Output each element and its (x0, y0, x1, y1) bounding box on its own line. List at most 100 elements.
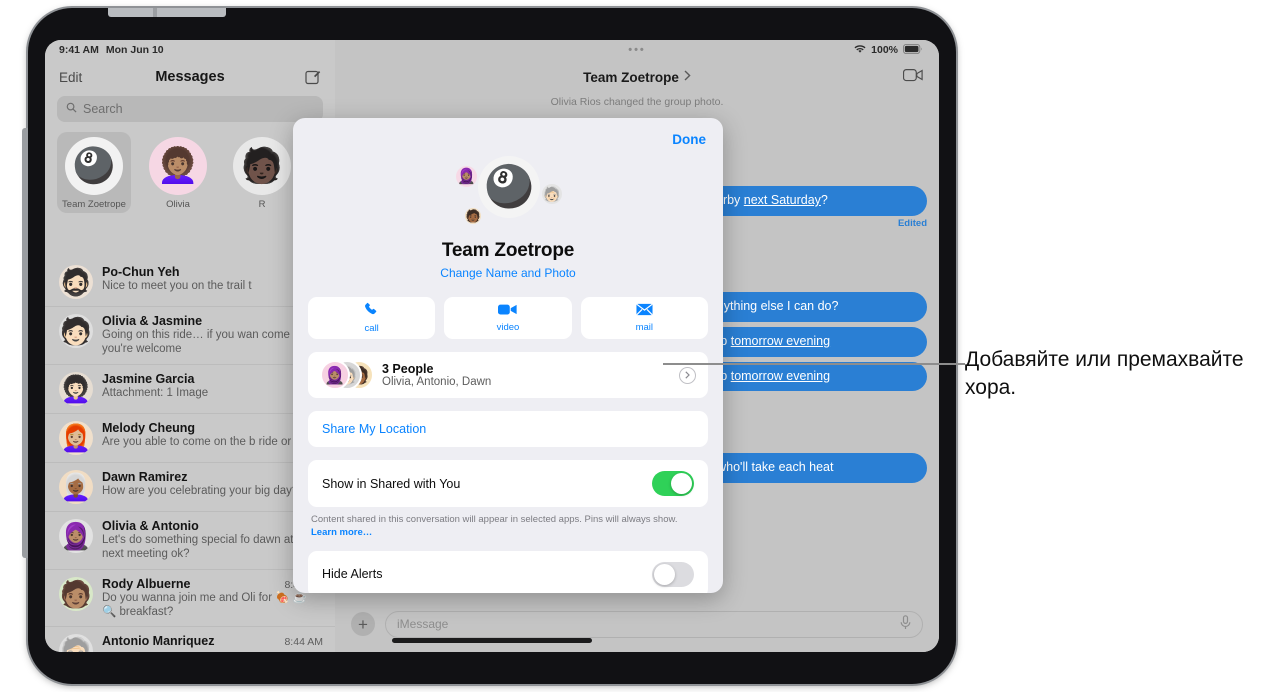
conversation-name: Rody Albuerne (102, 576, 191, 591)
group-photo[interactable]: 🎱 (478, 156, 540, 218)
video-button[interactable]: video (444, 297, 572, 339)
avatar: 🧔🏻 (59, 265, 93, 299)
volume-button-divider (153, 8, 157, 17)
volume-buttons[interactable] (108, 8, 226, 17)
avatar-emoji: 👩🏽‍🦱 (156, 147, 200, 185)
message-link[interactable]: tomorrow evening (731, 369, 830, 383)
share-my-location-button[interactable]: Share My Location (308, 411, 708, 447)
people-card[interactable]: 🧕🏽 🧓🏻 🧑🏾 3 People Olivia, Antonio, Dawn (308, 352, 708, 398)
avatar-emoji: 🧑🏽 (59, 578, 93, 609)
compose-icon[interactable] (305, 69, 321, 85)
conversation-name: Olivia & Jasmine (102, 314, 203, 328)
callout-leader-line (663, 363, 965, 365)
avatar: 👩🏾‍🦳 (59, 469, 93, 504)
people-row[interactable]: 🧕🏽 🧓🏻 🧑🏾 3 People Olivia, Antonio, Dawn (308, 352, 708, 398)
device-left-edge (22, 128, 28, 558)
people-avatars: 🧕🏽 🧓🏻 🧑🏾 (320, 360, 374, 390)
pinned-item-label: R (258, 199, 266, 210)
hide-alerts-card: Hide Alerts (308, 550, 708, 593)
pinned-item-r[interactable]: 🧑🏿 R (225, 132, 299, 213)
conversation-preview: How are you celebrating your big day? (102, 484, 299, 497)
list-item[interactable]: 🧓🏻 Antonio Manriquez 8:44 AM (45, 627, 335, 652)
avatar-emoji: 🧕🏽 (457, 168, 476, 185)
pinned-conversations: 🎱 Team Zoetrope 👩🏽‍🦱 Olivia 🧑🏿 (45, 122, 335, 221)
avatar-emoji: 🧑🏻 (59, 316, 93, 346)
call-button[interactable]: call (308, 297, 436, 339)
show-in-shared-label: Show in Shared with You (322, 476, 461, 491)
list-item[interactable]: 🧑🏻 Olivia & Jasmine Going on this ride… … (45, 307, 335, 365)
conversation-preview: Nice to meet you on the trail t (102, 280, 252, 292)
message-link[interactable]: tomorrow evening (731, 334, 830, 348)
change-name-and-photo-button[interactable]: Change Name and Photo (293, 266, 723, 280)
conversation-preview: Going on this ride… if you wan come too … (102, 329, 310, 356)
avatar-emoji: 🧑🏾 (465, 209, 481, 223)
system-note: Olivia Rios changed the group photo. (550, 96, 724, 108)
avatar-emoji: 🧕🏽 (59, 520, 93, 551)
conversation-name: Po-Chun Yeh (102, 265, 180, 279)
people-names: Olivia, Antonio, Dawn (382, 376, 492, 388)
avatar: 👩🏼‍🦰 (59, 420, 93, 455)
page-title: Messages (155, 69, 225, 85)
conversation-list[interactable]: 🧔🏻 Po-Chun Yeh Nice to meet you on the t… (45, 258, 335, 652)
group-photo-emoji: 🎱 (72, 147, 116, 185)
list-item[interactable]: 🧕🏽 Olivia & Antonio Let's do something s… (45, 512, 335, 570)
imessage-placeholder: iMessage (397, 617, 449, 631)
sidebar-nav-row: Edit Messages (45, 60, 335, 94)
messages-sidebar: 9:41 AM Mon Jun 10 Edit Messages Search … (45, 40, 335, 652)
mail-button[interactable]: mail (580, 297, 708, 339)
conversation-preview: Attachment: 1 Image (102, 386, 209, 399)
list-item[interactable]: 👩🏾‍🦳 Dawn Ramirez How are you celebratin… (45, 463, 335, 512)
group-avatar-cluster: 🎱 🧕🏽 🧓🏻 🧑🏾 (448, 156, 568, 238)
shared-with-you-footnote: Content shared in this conversation will… (293, 507, 723, 540)
pinned-item-team-zoetrope[interactable]: 🎱 Team Zoetrope (57, 132, 131, 213)
hide-alerts-toggle[interactable] (652, 561, 694, 587)
people-count: 3 People (382, 362, 434, 376)
status-date: Mon Jun 10 (105, 44, 164, 56)
hide-alerts-row[interactable]: Hide Alerts (308, 551, 708, 593)
chevron-right-icon[interactable] (684, 68, 691, 86)
facetime-video-icon[interactable] (902, 68, 923, 87)
list-item[interactable]: 👩🏻‍🦱 Jasmine Garcia Attachment: 1 Image (45, 365, 335, 414)
message-link[interactable]: next Saturday (744, 193, 821, 207)
conversation-preview: Do you wanna join me and Oli for 🍖 ☕ 🔍 b… (102, 591, 308, 618)
more-dots-icon[interactable]: ••• (628, 44, 646, 56)
avatar-emoji: 🧑🏿 (240, 147, 284, 185)
learn-more-link[interactable]: Learn more… (311, 527, 372, 538)
imessage-input[interactable]: iMessage (385, 610, 923, 638)
chevron-right-circle-icon[interactable] (679, 366, 696, 384)
pinned-item-label: Team Zoetrope (62, 199, 126, 210)
conversation-name: Jasmine Garcia (102, 371, 195, 386)
search-input[interactable]: Search (57, 96, 323, 122)
plus-icon[interactable]: + (351, 612, 375, 636)
conversation-status-bar: ••• 100% (335, 40, 939, 60)
conversation-preview: Are you able to come on the b ride or no… (102, 435, 317, 448)
footnote-text: Content shared in this conversation will… (311, 514, 678, 525)
conversation-title[interactable]: Team Zoetrope (583, 70, 679, 85)
wifi-icon (854, 44, 866, 57)
battery-percent: 100% (871, 44, 898, 56)
conversation-preview: Let's do something special fo dawn at th… (102, 533, 313, 561)
status-time: 9:41 AM (59, 44, 99, 56)
envelope-icon (636, 303, 653, 321)
show-in-shared-row[interactable]: Show in Shared with You (308, 460, 708, 507)
group-photo-emoji: 🎱 (484, 165, 534, 209)
toggle-knob (671, 473, 692, 494)
microphone-icon[interactable] (900, 615, 911, 633)
edit-button[interactable]: Edit (59, 70, 82, 85)
ipad-screen: 9:41 AM Mon Jun 10 Edit Messages Search … (45, 40, 939, 652)
phone-icon (364, 302, 379, 322)
avatar: 👩🏻‍🦱 (59, 371, 93, 406)
home-indicator[interactable] (392, 638, 592, 643)
conversation-name: Olivia & Antonio (102, 518, 199, 533)
show-in-shared-toggle[interactable] (652, 471, 694, 496)
video-button-label: video (496, 322, 520, 333)
pinned-item-olivia[interactable]: 👩🏽‍🦱 Olivia (141, 132, 215, 213)
avatar: 👩🏽‍🦱 (149, 137, 207, 195)
list-item[interactable]: 🧑🏽 Rody Albuerne 8:47 AM Do you wanna jo… (45, 570, 335, 628)
group-name: Team Zoetrope (441, 240, 575, 261)
done-button[interactable]: Done (672, 132, 706, 147)
conversation-name: Dawn Ramirez (102, 469, 188, 484)
list-item[interactable]: 👩🏼‍🦰 Melody Cheung Are you able to come … (45, 414, 335, 463)
share-location-card[interactable]: Share My Location (308, 411, 708, 447)
list-item[interactable]: 🧔🏻 Po-Chun Yeh Nice to meet you on the t… (45, 258, 335, 307)
